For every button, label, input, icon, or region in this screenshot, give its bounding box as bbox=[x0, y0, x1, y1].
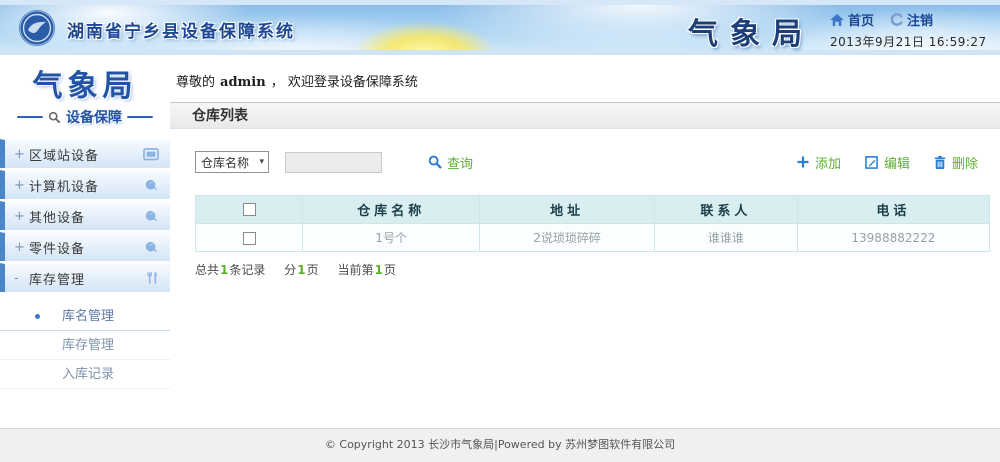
cell-contact: 谁谁谁 bbox=[654, 224, 797, 252]
footer-copyright: © Copyright 2013 长沙市气象局|Powered by 苏州梦图软… bbox=[0, 428, 1000, 462]
submenu-item-warehouse-name-management[interactable]: 库名管理 bbox=[0, 302, 170, 331]
datetime: 2013年9月21日 16:59:27 bbox=[830, 33, 990, 50]
home-icon bbox=[830, 14, 844, 26]
sidebar-menu: + 区域站设备 + 计算机设备 + 其他设备 bbox=[0, 139, 170, 393]
logout-link[interactable]: 注销 bbox=[890, 10, 933, 29]
pagination-summary: 总共1条记录 分1页 当前第1页 bbox=[195, 261, 990, 278]
refresh-c-icon bbox=[890, 13, 903, 26]
sidebar-logo-subtitle: 设备保障 bbox=[66, 107, 122, 127]
inventory-submenu: 库名管理 库存管理 入库记录 bbox=[0, 294, 170, 393]
magnifier-icon bbox=[428, 155, 442, 169]
filter-toolbar: 仓库名称 ▾ 查询 bbox=[195, 150, 990, 174]
sidebar-item-label: 零件设备 bbox=[29, 238, 85, 257]
column-header-warehouse-name: 仓库名称 bbox=[303, 196, 480, 224]
plus-icon bbox=[797, 156, 809, 168]
brand-title: 气象局 bbox=[688, 9, 814, 53]
sidebar-logo-subtitle-row: 设备保障 bbox=[0, 107, 170, 127]
chevron-down-icon: ▾ bbox=[259, 157, 264, 167]
add-button[interactable]: 添加 bbox=[797, 153, 841, 172]
main-content: 尊敬的 admin ， 欢迎登录设备保障系统 仓库列表 仓库名称 ▾ 查询 bbox=[170, 55, 1000, 428]
middle-region: 气象局 设备保障 + 区域站设备 + 计算 bbox=[0, 55, 1000, 428]
sidebar-logo-title: 气象局 bbox=[0, 61, 170, 105]
welcome-prefix: 尊敬的 bbox=[176, 75, 215, 90]
warehouse-panel: 仓库名称 ▾ 查询 bbox=[170, 129, 1000, 278]
sidebar-item-region-station-equipment[interactable]: + 区域站设备 bbox=[0, 139, 170, 168]
magnifier-icon bbox=[48, 111, 61, 124]
submenu-label: 入库记录 bbox=[62, 367, 114, 382]
submenu-item-inbound-records[interactable]: 入库记录 bbox=[0, 360, 170, 389]
sidebar-item-label: 区域站设备 bbox=[29, 145, 99, 164]
delete-button[interactable]: 删除 bbox=[934, 153, 978, 172]
cell-phone: 13988882222 bbox=[797, 224, 989, 252]
cell-warehouse-name: 1号个 bbox=[303, 224, 480, 252]
sidebar-item-computer-equipment[interactable]: + 计算机设备 bbox=[0, 170, 170, 199]
tools-icon bbox=[146, 271, 159, 285]
logout-label: 注销 bbox=[907, 10, 933, 29]
current-page: 当前第1页 bbox=[337, 263, 395, 277]
top-header: 湖南省宁乡县设备保障系统 气象局 首页 注销 2013年9月21日 16:59:… bbox=[0, 0, 1000, 55]
expand-plus: + bbox=[14, 240, 29, 255]
column-header-contact: 联系人 bbox=[654, 196, 797, 224]
chat-bubble-icon bbox=[144, 241, 159, 254]
sidebar-item-label: 其他设备 bbox=[29, 207, 85, 226]
search-button[interactable]: 查询 bbox=[428, 153, 473, 172]
sidebar-item-other-equipment[interactable]: + 其他设备 bbox=[0, 201, 170, 230]
table-header-row: 仓库名称 地址 联系人 电话 bbox=[196, 196, 990, 224]
filter-field-select[interactable]: 仓库名称 ▾ bbox=[195, 151, 269, 173]
chat-bubble-icon bbox=[144, 179, 159, 192]
section-title: 仓库列表 bbox=[170, 102, 1000, 129]
divider bbox=[17, 116, 43, 118]
collapse-minus: - bbox=[14, 271, 29, 286]
row-checkbox[interactable] bbox=[243, 232, 256, 245]
home-link[interactable]: 首页 bbox=[830, 10, 874, 29]
cell-address: 2说琐琐碎碎 bbox=[480, 224, 655, 252]
expand-plus: + bbox=[14, 178, 29, 193]
select-all-header-cell bbox=[196, 196, 303, 224]
sidebar-item-parts-equipment[interactable]: + 零件设备 bbox=[0, 232, 170, 261]
home-label: 首页 bbox=[848, 10, 874, 29]
total-records: 总共1条记录 bbox=[195, 263, 265, 277]
table-actions: 添加 编辑 删除 bbox=[797, 153, 990, 172]
add-label: 添加 bbox=[815, 153, 841, 172]
sidebar-item-label: 计算机设备 bbox=[29, 176, 99, 195]
welcome-username: admin bbox=[220, 75, 266, 90]
sidebar-item-label: 库存管理 bbox=[29, 269, 85, 288]
edit-button[interactable]: 编辑 bbox=[865, 153, 910, 172]
page: 湖南省宁乡县设备保障系统 气象局 首页 注销 2013年9月21日 16:59:… bbox=[0, 0, 1000, 462]
submenu-item-inventory-management[interactable]: 库存管理 bbox=[0, 331, 170, 360]
selected-option: 仓库名称 bbox=[201, 154, 249, 171]
column-header-address: 地址 bbox=[480, 196, 655, 224]
search-input[interactable] bbox=[285, 152, 382, 173]
site-title: 湖南省宁乡县设备保障系统 bbox=[67, 17, 295, 42]
expand-plus: + bbox=[14, 209, 29, 224]
total-pages: 分1页 bbox=[284, 263, 318, 277]
sidebar-item-inventory-management[interactable]: - 库存管理 bbox=[0, 263, 170, 292]
submenu-label: 库存管理 bbox=[62, 338, 114, 353]
welcome-suffix: ， 欢迎登录设备保障系统 bbox=[271, 75, 418, 90]
trash-icon bbox=[934, 156, 946, 169]
divider bbox=[127, 116, 153, 118]
row-checkbox-cell bbox=[196, 224, 303, 252]
expand-plus: + bbox=[14, 147, 29, 162]
pencil-square-icon bbox=[865, 156, 878, 169]
warehouse-table: 仓库名称 地址 联系人 电话 1号个 2说琐琐碎碎 谁谁谁 139888822 bbox=[195, 195, 990, 252]
search-label: 查询 bbox=[447, 153, 473, 172]
sidebar: 气象局 设备保障 + 区域站设备 + 计算 bbox=[0, 55, 170, 428]
monitor-icon bbox=[143, 148, 159, 161]
submenu-label: 库名管理 bbox=[62, 309, 114, 324]
edit-label: 编辑 bbox=[884, 153, 910, 172]
column-header-phone: 电话 bbox=[797, 196, 989, 224]
top-nav: 首页 注销 2013年9月21日 16:59:27 bbox=[830, 10, 990, 50]
bureau-seal-logo bbox=[18, 9, 56, 47]
delete-label: 删除 bbox=[952, 153, 978, 172]
welcome-message: 尊敬的 admin ， 欢迎登录设备保障系统 bbox=[170, 55, 1000, 102]
chat-bubble-icon bbox=[144, 210, 159, 223]
select-all-checkbox[interactable] bbox=[243, 203, 256, 216]
table-row: 1号个 2说琐琐碎碎 谁谁谁 13988882222 bbox=[196, 224, 990, 252]
